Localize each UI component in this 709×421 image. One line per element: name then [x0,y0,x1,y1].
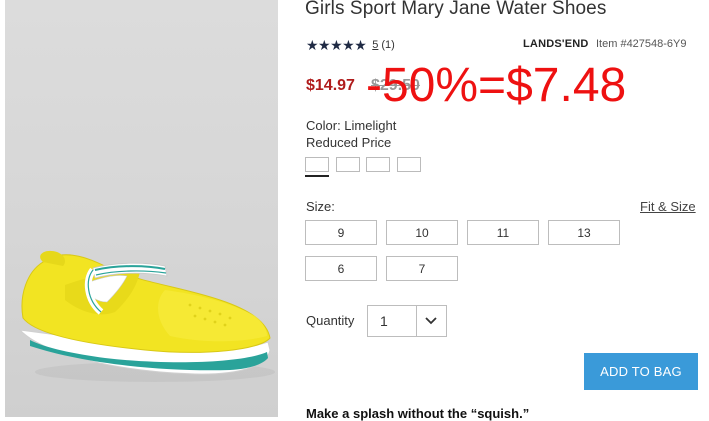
quantity-label: Quantity [306,313,355,328]
color-swatch-limelight[interactable] [305,157,329,172]
fit-size-link[interactable]: Fit & Size [640,199,696,214]
size-button[interactable]: 11 [467,220,539,245]
description-heading: Make a splash without the “squish.” [306,406,530,421]
chevron-down-icon[interactable] [424,315,438,327]
add-to-bag-button[interactable]: ADD TO BAG [584,353,698,390]
size-button[interactable]: 13 [548,220,620,245]
color-swatch[interactable] [366,157,390,172]
color-swatch[interactable] [397,157,421,172]
rating-row: ★★★★★ 5 (1) [306,37,395,53]
size-button[interactable]: 10 [386,220,458,245]
brand-logo: LANDS'END [523,38,589,50]
product-image[interactable] [5,0,278,417]
quantity-divider [416,306,417,336]
review-count-link[interactable]: 5 [372,39,378,51]
quantity-value: 1 [380,313,388,329]
size-button[interactable]: 7 [386,256,458,281]
selected-swatch-indicator [305,175,329,177]
product-title: Girls Sport Mary Jane Water Shoes [305,0,607,19]
review-count: (1) [381,39,395,51]
color-swatch[interactable] [336,157,360,172]
star-rating-icon: ★★★★★ [306,36,367,53]
color-label: Color: Limelight [306,118,397,133]
size-button[interactable]: 9 [305,220,377,245]
reduced-price-label: Reduced Price [306,135,392,150]
item-number: Item #427548-6Y9 [596,38,687,50]
quantity-select[interactable]: 1 [367,305,447,337]
size-button[interactable]: 6 [305,256,377,281]
shoe-illustration [18,250,275,382]
discount-overlay: -50%=$7.48 [366,59,627,112]
size-label: Size: [306,199,335,214]
sale-price: $14.97 [306,77,355,94]
